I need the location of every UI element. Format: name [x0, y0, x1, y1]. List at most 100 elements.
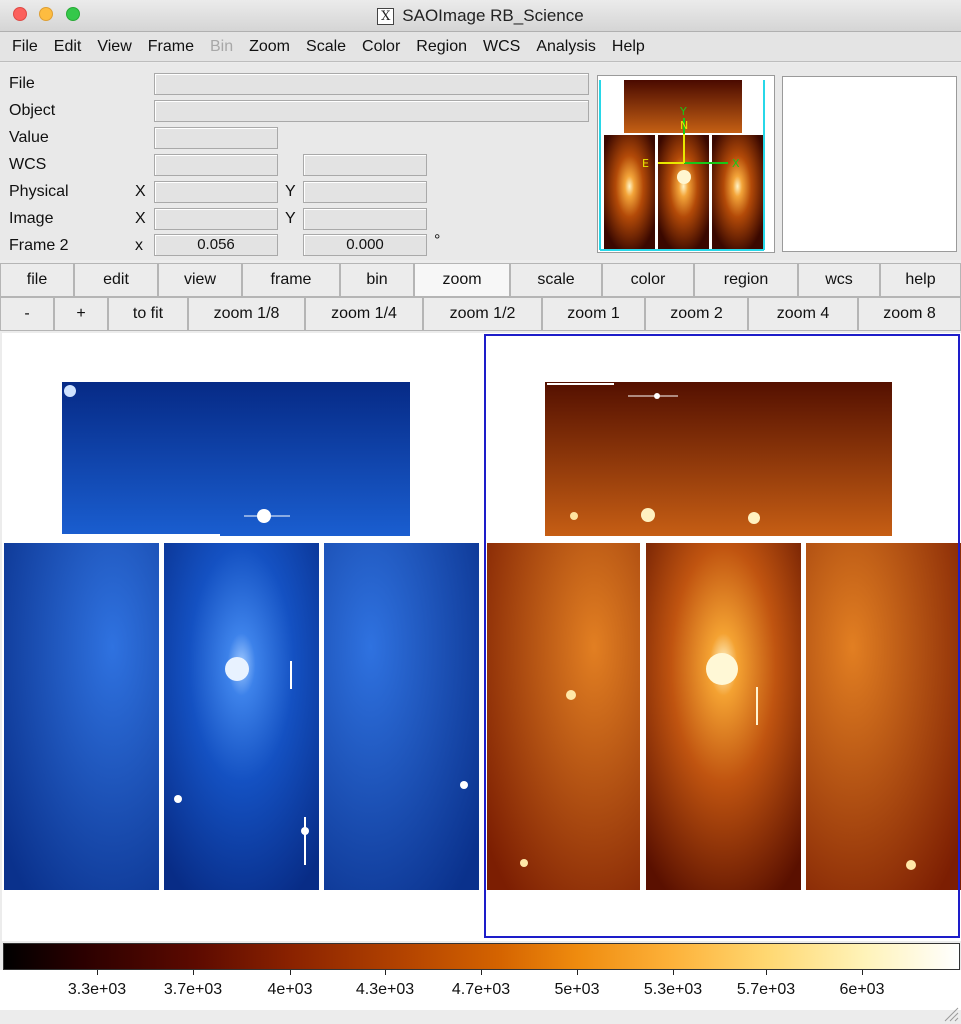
colorbar-tick [290, 970, 291, 975]
magnifier [782, 76, 957, 252]
panner[interactable]: Y N E X [597, 75, 775, 253]
compass-n-text: N [680, 119, 688, 132]
colorbar-tick-label: 4.3e+03 [355, 981, 415, 998]
frame1-blue [4, 382, 479, 890]
menu-scale[interactable]: Scale [298, 38, 354, 56]
btn-help[interactable]: help [880, 263, 961, 297]
physical-y-field [303, 181, 427, 203]
frame2-chip-mid [646, 543, 801, 890]
menu-frame[interactable]: Frame [140, 38, 202, 56]
frame2-chip-right [806, 543, 961, 890]
menu-region[interactable]: Region [408, 38, 475, 56]
file-label: File [9, 75, 35, 92]
menu-bar: File Edit View Frame Bin Zoom Scale Colo… [0, 32, 961, 62]
frame-x-label: x [135, 237, 143, 254]
colorbar[interactable] [3, 943, 960, 970]
degree-symbol: ° [434, 232, 441, 249]
menu-help[interactable]: Help [604, 38, 653, 56]
menu-file[interactable]: File [4, 38, 46, 56]
btn-region[interactable]: region [694, 263, 798, 297]
menu-analysis[interactable]: Analysis [528, 38, 604, 56]
wcs-label: WCS [9, 156, 47, 173]
button-bar-zoom: - + to fit zoom 1/8 zoom 1/4 zoom 1/2 zo… [0, 297, 961, 331]
physical-x-field [154, 181, 278, 203]
menu-zoom[interactable]: Zoom [241, 38, 298, 56]
window-title: SAOImage RB_Science [402, 6, 584, 25]
wcs-y-field [303, 154, 427, 176]
btn-zoom-in[interactable]: + [54, 297, 108, 331]
colorbar-tick [97, 970, 98, 975]
btn-zoom-8[interactable]: zoom 8 [858, 297, 961, 331]
colorbar-tick-label: 4e+03 [267, 981, 313, 998]
btn-zoom-fit[interactable]: to fit [108, 297, 188, 331]
menu-color[interactable]: Color [354, 38, 408, 56]
btn-zoom-2[interactable]: zoom 2 [645, 297, 748, 331]
btn-zoom-4[interactable]: zoom 4 [748, 297, 858, 331]
frame-label: Frame 2 [9, 237, 69, 254]
frame1-chip-mid [164, 543, 319, 890]
object-label: Object [9, 102, 56, 119]
colorbar-tick-label: 5.7e+03 [736, 981, 796, 998]
frame-zoom-field: 0.056 [154, 234, 278, 256]
image-canvas[interactable] [2, 333, 961, 941]
btn-zoom[interactable]: zoom [414, 263, 510, 297]
object-field [154, 100, 589, 122]
image-y-field [303, 208, 427, 230]
menu-wcs[interactable]: WCS [475, 38, 528, 56]
btn-frame[interactable]: frame [242, 263, 340, 297]
colorbar-tick-label: 5e+03 [554, 981, 600, 998]
colorbar-tick [193, 970, 194, 975]
menu-view[interactable]: View [89, 38, 139, 56]
physical-x-label: X [135, 183, 146, 200]
btn-edit[interactable]: edit [74, 263, 158, 297]
btn-file[interactable]: file [0, 263, 74, 297]
btn-zoom-out[interactable]: - [0, 297, 54, 331]
image-x-label: X [135, 210, 146, 227]
frame2-orange [487, 382, 961, 890]
btn-color[interactable]: color [602, 263, 694, 297]
colorbar-tick [766, 970, 767, 975]
value-label: Value [9, 129, 49, 146]
colorbar-tick [862, 970, 863, 975]
btn-bin[interactable]: bin [340, 263, 414, 297]
btn-zoom-1-2[interactable]: zoom 1/2 [423, 297, 542, 331]
ds9-window: X SAOImage RB_Science File Edit View Fra… [0, 0, 961, 1024]
colorbar-tick [577, 970, 578, 975]
btn-scale[interactable]: scale [510, 263, 602, 297]
colorbar-tick [481, 970, 482, 975]
physical-y-label: Y [285, 183, 296, 200]
menu-edit[interactable]: Edit [46, 38, 90, 56]
panner-chip-right [712, 135, 763, 249]
frame2-chip-left [487, 543, 640, 890]
button-bar-major: file edit view frame bin zoom scale colo… [0, 263, 961, 297]
compass-e-text: E [642, 157, 649, 170]
frame2-top-chip [545, 382, 892, 536]
resize-grip-icon[interactable] [941, 1004, 959, 1022]
btn-zoom-1-8[interactable]: zoom 1/8 [188, 297, 305, 331]
colorbar-tick [385, 970, 386, 975]
compass-x-text: X [732, 157, 740, 170]
compass-y-text: Y [679, 105, 687, 118]
btn-wcs[interactable]: wcs [798, 263, 880, 297]
wcs-x-field [154, 154, 278, 176]
title-bar: X SAOImage RB_Science [0, 0, 961, 32]
colorbar-tick-label: 3.3e+03 [67, 981, 127, 998]
panner-chip-left [604, 135, 655, 249]
colorbar-tick-label: 4.7e+03 [451, 981, 511, 998]
frame-angle-field: 0.000 [303, 234, 427, 256]
frame1-chip-left [4, 543, 159, 890]
value-field [154, 127, 278, 149]
colorbar-tick-label: 6e+03 [839, 981, 885, 998]
btn-view[interactable]: view [158, 263, 242, 297]
panner-thumbnail: Y N E X [598, 76, 774, 252]
btn-zoom-1-4[interactable]: zoom 1/4 [305, 297, 423, 331]
x11-icon: X [377, 7, 395, 25]
file-field [154, 73, 589, 95]
btn-zoom-1[interactable]: zoom 1 [542, 297, 645, 331]
physical-label: Physical [9, 183, 69, 200]
image-x-field [154, 208, 278, 230]
colorbar-tick [673, 970, 674, 975]
image-label: Image [9, 210, 54, 227]
image-y-label: Y [285, 210, 296, 227]
colorbar-tick-label: 3.7e+03 [163, 981, 223, 998]
